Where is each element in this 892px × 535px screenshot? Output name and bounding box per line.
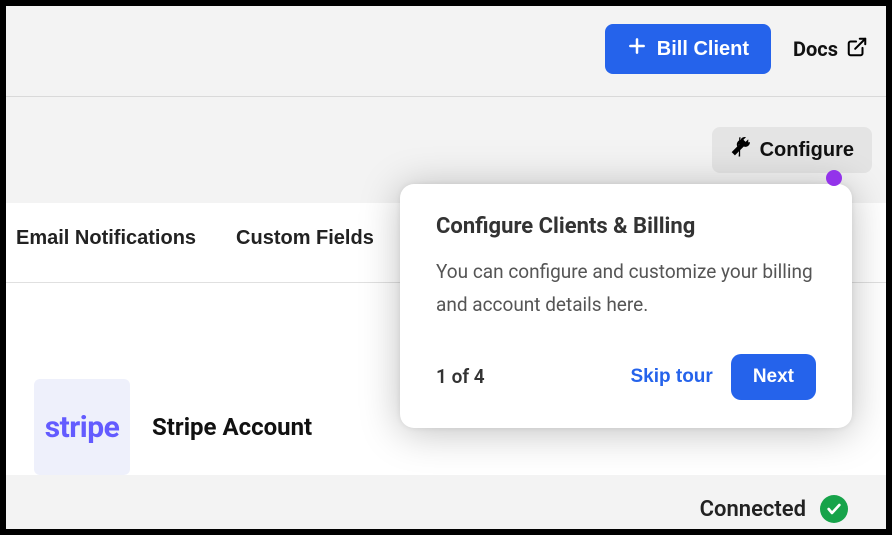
configure-button[interactable]: Configure	[712, 127, 872, 173]
bill-client-button[interactable]: Bill Client	[605, 24, 771, 74]
connection-status-label: Connected	[700, 497, 806, 522]
stripe-logo-text: stripe	[45, 410, 120, 445]
docs-link[interactable]: Docs	[793, 36, 868, 63]
wrench-icon	[730, 137, 750, 163]
tour-actions: Skip tour Next	[630, 354, 816, 400]
tab-email-notifications[interactable]: Email Notifications	[16, 227, 196, 250]
tour-body: You can configure and customize your bil…	[436, 255, 816, 322]
skip-tour-button[interactable]: Skip tour	[630, 366, 712, 388]
tour-indicator-dot	[826, 170, 842, 186]
check-circle-icon	[820, 495, 848, 523]
next-button[interactable]: Next	[731, 354, 816, 400]
stripe-logo: stripe	[34, 379, 130, 475]
docs-label: Docs	[793, 37, 838, 61]
tab-custom-fields[interactable]: Custom Fields	[236, 227, 374, 250]
plus-icon	[627, 36, 647, 62]
tour-footer: 1 of 4 Skip tour Next	[436, 354, 816, 400]
connection-status: Connected	[700, 495, 848, 523]
external-link-icon	[846, 36, 868, 63]
bill-client-label: Bill Client	[657, 38, 749, 61]
configure-label: Configure	[760, 139, 854, 162]
header-toolbar: Bill Client Docs	[6, 6, 886, 96]
tour-step-count: 1 of 4	[436, 365, 485, 388]
stripe-account-title: Stripe Account	[152, 413, 312, 441]
tour-title: Configure Clients & Billing	[436, 214, 816, 239]
tour-popover: Configure Clients & Billing You can conf…	[400, 184, 852, 428]
